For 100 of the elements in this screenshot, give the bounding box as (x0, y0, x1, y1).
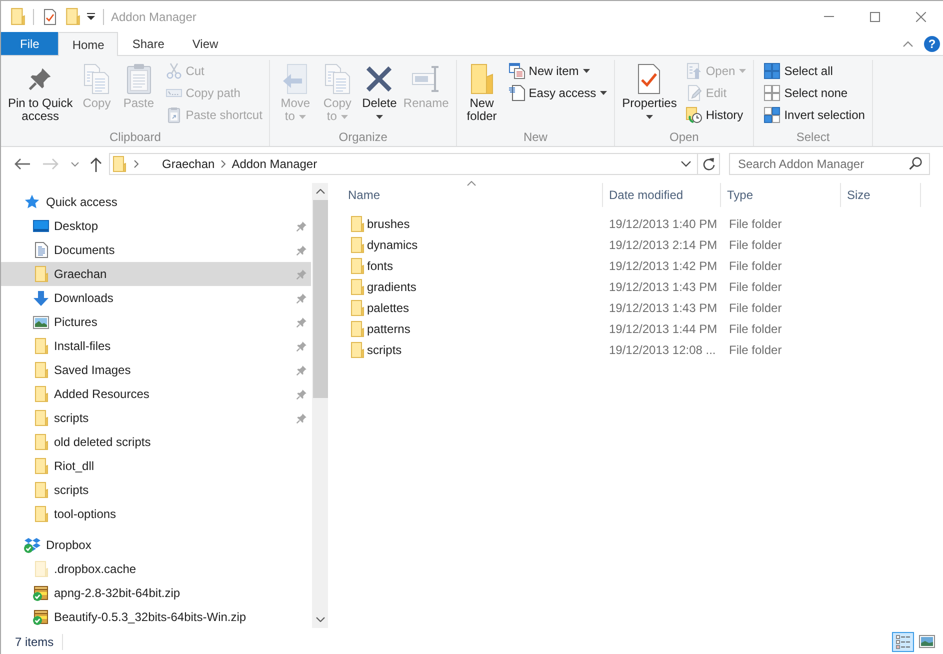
ribbon-button[interactable]: Pin to Quick access (5, 60, 76, 123)
ribbon-button[interactable]: Select all (761, 60, 868, 82)
maximize-icon[interactable] (870, 12, 880, 22)
up-arrow-icon[interactable] (90, 156, 102, 172)
file-name[interactable]: fonts (367, 258, 394, 272)
nav-item[interactable]: apng-2.8-32bit-64bit.zip (1, 581, 311, 605)
chevron-right-icon[interactable] (134, 160, 139, 168)
group-label: Organize (338, 129, 388, 146)
pushpin-icon[interactable] (296, 340, 307, 352)
down-arrow-icon (33, 290, 49, 306)
nav-item[interactable]: old deleted scripts (1, 430, 311, 454)
group-label: Open (668, 129, 700, 146)
ribbon-button[interactable]: Select none (761, 82, 868, 104)
pushpin-icon[interactable] (296, 412, 307, 424)
details-view-button[interactable] (892, 632, 914, 652)
file-name[interactable]: scripts (367, 342, 402, 356)
nav-item[interactable]: Downloads (1, 286, 311, 310)
close-icon[interactable] (916, 12, 926, 22)
ribbon-button[interactable]: History (682, 104, 750, 126)
date-modified: 19/12/2013 1:43 PM (609, 300, 718, 314)
ribbon-tab[interactable]: Home (58, 32, 118, 56)
pushpin-icon[interactable] (296, 364, 307, 376)
ribbon-button[interactable]: New item (506, 60, 610, 82)
file-name[interactable]: dynamics (367, 238, 418, 252)
address-bar[interactable]: Graechan Addon Manager (109, 153, 720, 175)
scrollbar-thumb[interactable] (312, 200, 328, 398)
page-arrow-icon (283, 64, 308, 94)
file-name[interactable]: gradients (367, 280, 416, 294)
file-type: File folder (729, 300, 782, 314)
nav-item[interactable]: tool-options (1, 502, 311, 526)
nav-item[interactable]: Saved Images (1, 358, 311, 382)
nav-item[interactable]: .dropbox.cache (1, 557, 311, 581)
breadcrumb[interactable]: Graechan (156, 157, 221, 171)
nav-item[interactable]: Graechan (1, 262, 311, 286)
date-modified: 19/12/2013 1:42 PM (609, 258, 718, 272)
window-title: Addon Manager (111, 10, 196, 24)
chevron-right-icon (220, 160, 226, 168)
chevron-down-icon[interactable] (71, 162, 79, 166)
nav-item[interactable]: Dropbox (1, 533, 311, 557)
nav-item[interactable]: Beautify-0.5.3_32bits-64bits-Win.zip (1, 605, 311, 629)
folder-icon (351, 300, 364, 316)
search-field[interactable]: Search Addon Manager (729, 153, 930, 175)
nav-item[interactable]: Riot_dll (1, 454, 311, 478)
folder-icon (351, 236, 364, 252)
nav-item[interactable]: scripts (1, 478, 311, 502)
folder-icon[interactable] (66, 8, 80, 25)
file-menu-tab[interactable]: File (1, 32, 58, 55)
pushpin-icon[interactable] (296, 292, 307, 304)
column-header[interactable]: Date modified (603, 183, 721, 207)
ribbon-button[interactable]: Delete (358, 60, 400, 123)
nav-item[interactable]: Install-files (1, 334, 311, 358)
file-name[interactable]: palettes (367, 300, 410, 314)
folder-icon (34, 434, 48, 450)
file-type: File folder (729, 216, 782, 230)
filled-squares-icon (764, 63, 780, 79)
pushpin-icon[interactable] (296, 244, 307, 256)
nav-item[interactable]: Pictures (1, 310, 311, 334)
folder-icon (34, 338, 48, 354)
nav-item[interactable]: Documents (1, 238, 311, 262)
dropdown-caret-icon[interactable] (681, 161, 691, 167)
pushpin-icon[interactable] (296, 316, 307, 328)
pushpin-icon[interactable] (296, 220, 307, 232)
breadcrumb[interactable]: Addon Manager (226, 157, 324, 171)
ribbon-tab[interactable]: Share (118, 32, 178, 55)
picture-icon (919, 635, 935, 648)
pushpin-icon[interactable] (296, 388, 307, 400)
search-icon[interactable] (909, 157, 922, 170)
ribbon-button[interactable]: Easy access (506, 82, 610, 104)
ribbon-tab[interactable]: View (178, 32, 232, 55)
text-cursor-box-icon (412, 66, 440, 92)
window-page-icon (508, 63, 525, 79)
column-header[interactable]: Type (721, 183, 841, 207)
nav-item[interactable]: Quick access (1, 190, 311, 214)
file-name[interactable]: brushes (367, 216, 410, 230)
dropdown-caret-icon[interactable] (87, 13, 95, 20)
nav-item[interactable]: Desktop (1, 214, 311, 238)
help-button[interactable]: ? (924, 36, 940, 52)
ribbon-button[interactable]: Invert selection (761, 104, 868, 126)
nav-item[interactable]: Added Resources (1, 382, 311, 406)
date-modified: 19/12/2013 1:44 PM (609, 322, 718, 336)
folder-icon (351, 278, 364, 294)
group-label: New (522, 129, 548, 146)
ribbon-button[interactable]: New folder (460, 60, 503, 123)
collapse-caret-icon[interactable] (903, 40, 913, 46)
folder-icon (351, 216, 364, 232)
column-header[interactable]: Name (340, 183, 603, 207)
column-header[interactable]: Size (841, 183, 921, 207)
checked-page-icon[interactable] (44, 8, 56, 24)
refresh-icon[interactable] (702, 157, 715, 171)
ribbon-button[interactable]: Properties (619, 60, 680, 123)
folder-icon[interactable] (11, 8, 25, 25)
back-arrow-icon[interactable] (14, 158, 30, 170)
x-mark-icon (366, 66, 392, 92)
nav-item[interactable]: scripts (1, 406, 311, 430)
file-name[interactable]: patterns (367, 322, 410, 336)
path-bar-icon (166, 89, 182, 97)
folder-icon (34, 482, 48, 498)
two-pages-icon (84, 64, 110, 94)
item-count: 7 items (15, 634, 54, 648)
checked-page-icon (638, 64, 660, 94)
